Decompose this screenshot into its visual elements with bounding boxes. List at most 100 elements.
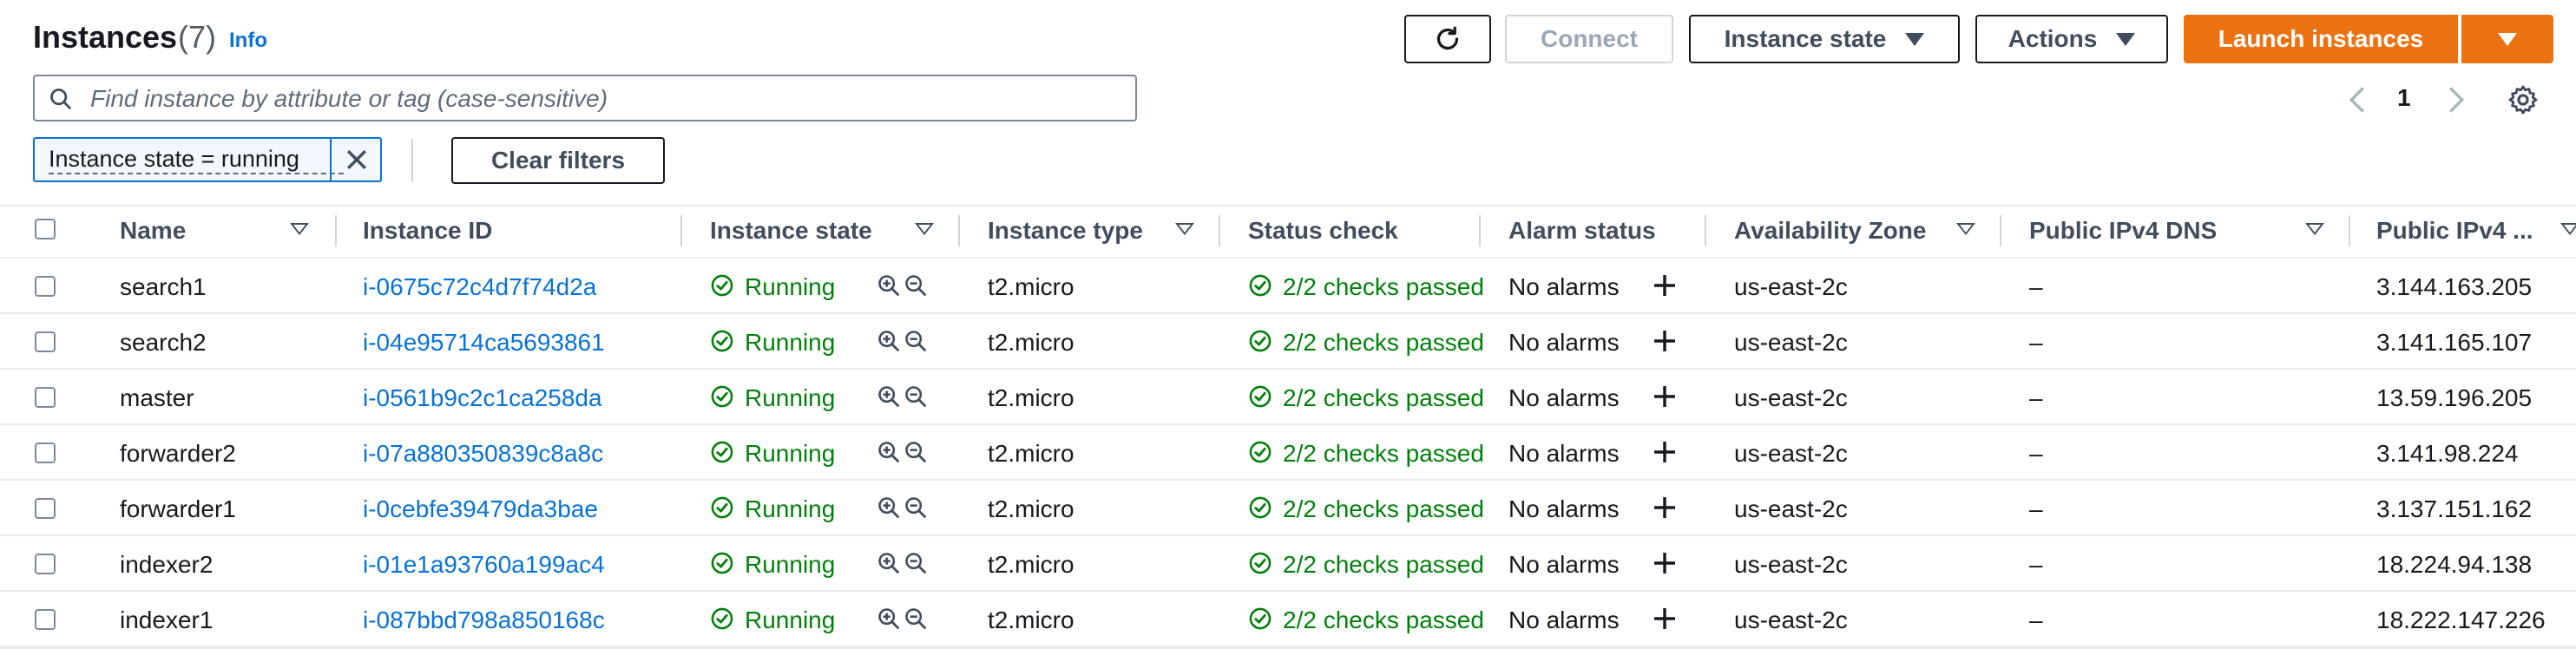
row-checkbox[interactable] xyxy=(35,554,56,574)
zoom-in-icon[interactable] xyxy=(877,495,901,524)
plus-icon[interactable] xyxy=(1651,549,1679,581)
zoom-in-icon[interactable] xyxy=(877,273,901,302)
zoom-in-icon[interactable] xyxy=(877,329,901,357)
zoom-in-icon[interactable] xyxy=(877,606,901,635)
column-resizer[interactable] xyxy=(2000,215,2001,246)
column-resizer[interactable] xyxy=(1479,215,1481,246)
actions-dropdown[interactable]: Actions xyxy=(1975,15,2168,63)
filter-token[interactable]: Instance state = running xyxy=(33,137,382,182)
column-resizer[interactable] xyxy=(335,215,337,246)
table-row[interactable]: search1 i-0675c72c4d7f74d2a Running t2.m… xyxy=(0,257,2576,314)
plus-icon[interactable] xyxy=(1651,383,1679,415)
column-header-instance-type[interactable]: Instance type xyxy=(988,217,1143,245)
sort-icon[interactable] xyxy=(290,223,309,235)
column-header-availability-zone[interactable]: Availability Zone xyxy=(1734,217,1926,245)
table-row[interactable]: forwarder2 i-07a880350839c8a8c Running t… xyxy=(0,423,2576,481)
row-checkbox[interactable] xyxy=(35,276,56,297)
select-all-checkbox[interactable] xyxy=(35,219,56,239)
connect-button[interactable]: Connect xyxy=(1505,15,1673,63)
status-check-link[interactable]: 2/2 checks passed xyxy=(1283,606,1484,634)
zoom-in-icon[interactable] xyxy=(877,384,901,413)
table-row[interactable]: master i-0561b9c2c1ca258da Running t2.mi… xyxy=(0,368,2576,425)
column-resizer[interactable] xyxy=(1219,215,1220,246)
check-circle-icon xyxy=(1248,329,1272,357)
launch-options-dropdown[interactable] xyxy=(2461,15,2553,63)
launch-instances-button[interactable]: Launch instances xyxy=(2184,15,2458,63)
row-checkbox[interactable] xyxy=(35,331,56,352)
column-resizer[interactable] xyxy=(2349,215,2350,246)
column-header-instance-state[interactable]: Instance state xyxy=(710,217,872,245)
plus-icon[interactable] xyxy=(1651,438,1679,470)
zoom-out-icon[interactable] xyxy=(904,440,928,469)
availability-zone-value: us-east-2c xyxy=(1734,384,1848,411)
instance-name: forwarder1 xyxy=(120,495,236,522)
zoom-out-icon[interactable] xyxy=(904,384,928,413)
column-header-public-ipv4-dns[interactable]: Public IPv4 DNS xyxy=(2029,217,2217,245)
row-checkbox[interactable] xyxy=(35,442,56,463)
column-header-alarm-status[interactable]: Alarm status xyxy=(1508,217,1656,245)
instance-id-link[interactable]: i-0675c72c4d7f74d2a xyxy=(363,273,596,301)
instance-id-link[interactable]: i-04e95714ca5693861 xyxy=(363,329,605,357)
refresh-button[interactable] xyxy=(1404,15,1491,63)
status-check-link[interactable]: 2/2 checks passed xyxy=(1283,551,1484,579)
column-resizer[interactable] xyxy=(1705,215,1706,246)
instance-type-value: t2.micro xyxy=(988,273,1074,300)
sort-icon[interactable] xyxy=(1956,223,1975,235)
plus-icon[interactable] xyxy=(1651,605,1679,637)
settings-icon[interactable] xyxy=(2507,83,2540,116)
sort-icon[interactable] xyxy=(2560,223,2576,235)
table-row[interactable]: search2 i-04e95714ca5693861 Running t2.m… xyxy=(0,312,2576,370)
status-check-link[interactable]: 2/2 checks passed xyxy=(1283,329,1484,357)
remove-filter-button[interactable] xyxy=(330,139,382,180)
instance-id-link[interactable]: i-07a880350839c8a8c xyxy=(363,440,603,468)
page-number[interactable]: 1 xyxy=(2397,84,2411,112)
row-checkbox[interactable] xyxy=(35,609,56,630)
instance-state-dropdown[interactable]: Instance state xyxy=(1689,15,1960,63)
column-header-name[interactable]: Name xyxy=(120,217,186,245)
status-check-link[interactable]: 2/2 checks passed xyxy=(1283,273,1484,301)
column-resizer[interactable] xyxy=(958,215,960,246)
instance-id-link[interactable]: i-0561b9c2c1ca258da xyxy=(363,384,602,412)
column-header-public-ipv4[interactable]: Public IPv4 ... xyxy=(2376,217,2533,245)
zoom-in-icon[interactable] xyxy=(877,551,901,580)
table-header-divider xyxy=(0,205,2576,206)
check-circle-icon xyxy=(1248,606,1272,635)
plus-icon[interactable] xyxy=(1651,327,1679,359)
chevron-right-icon[interactable] xyxy=(2444,85,2468,115)
zoom-out-icon[interactable] xyxy=(904,606,928,635)
status-check-link[interactable]: 2/2 checks passed xyxy=(1283,495,1484,523)
sort-icon[interactable] xyxy=(915,223,934,235)
public-dns-value: – xyxy=(2029,384,2043,411)
chevron-left-icon[interactable] xyxy=(2345,85,2369,115)
check-circle-icon xyxy=(710,329,734,357)
status-check-link[interactable]: 2/2 checks passed xyxy=(1283,384,1484,412)
info-link[interactable]: Info xyxy=(229,29,267,53)
column-header-status-check[interactable]: Status check xyxy=(1248,217,1398,245)
zoom-out-icon[interactable] xyxy=(904,495,928,524)
zoom-out-icon[interactable] xyxy=(904,273,928,302)
zoom-in-icon[interactable] xyxy=(877,440,901,469)
clear-filters-button[interactable]: Clear filters xyxy=(451,137,665,184)
plus-icon[interactable] xyxy=(1651,272,1679,304)
actions-label: Actions xyxy=(2008,25,2098,52)
status-check-link[interactable]: 2/2 checks passed xyxy=(1283,440,1484,468)
search-box[interactable] xyxy=(33,75,1137,121)
instance-id-link[interactable]: i-01e1a93760a199ac4 xyxy=(363,551,605,579)
divider xyxy=(411,139,413,182)
table-row[interactable]: indexer2 i-01e1a93760a199ac4 Running t2.… xyxy=(0,534,2576,592)
search-input[interactable] xyxy=(89,76,1125,121)
column-header-instance-id[interactable]: Instance ID xyxy=(363,217,492,245)
column-resizer[interactable] xyxy=(680,215,682,246)
instance-id-link[interactable]: i-087bbd798a850168c xyxy=(363,606,605,634)
row-checkbox[interactable] xyxy=(35,498,56,519)
plus-icon[interactable] xyxy=(1651,494,1679,526)
sort-icon[interactable] xyxy=(1175,223,1194,235)
row-checkbox[interactable] xyxy=(35,387,56,408)
zoom-out-icon[interactable] xyxy=(904,329,928,357)
table-row[interactable]: indexer1 i-087bbd798a850168c Running t2.… xyxy=(0,590,2576,647)
check-circle-icon xyxy=(1248,273,1272,302)
instance-id-link[interactable]: i-0cebfe39479da3bae xyxy=(363,495,598,523)
table-row[interactable]: forwarder1 i-0cebfe39479da3bae Running t… xyxy=(0,479,2576,536)
zoom-out-icon[interactable] xyxy=(904,551,928,580)
sort-icon[interactable] xyxy=(2305,223,2324,235)
